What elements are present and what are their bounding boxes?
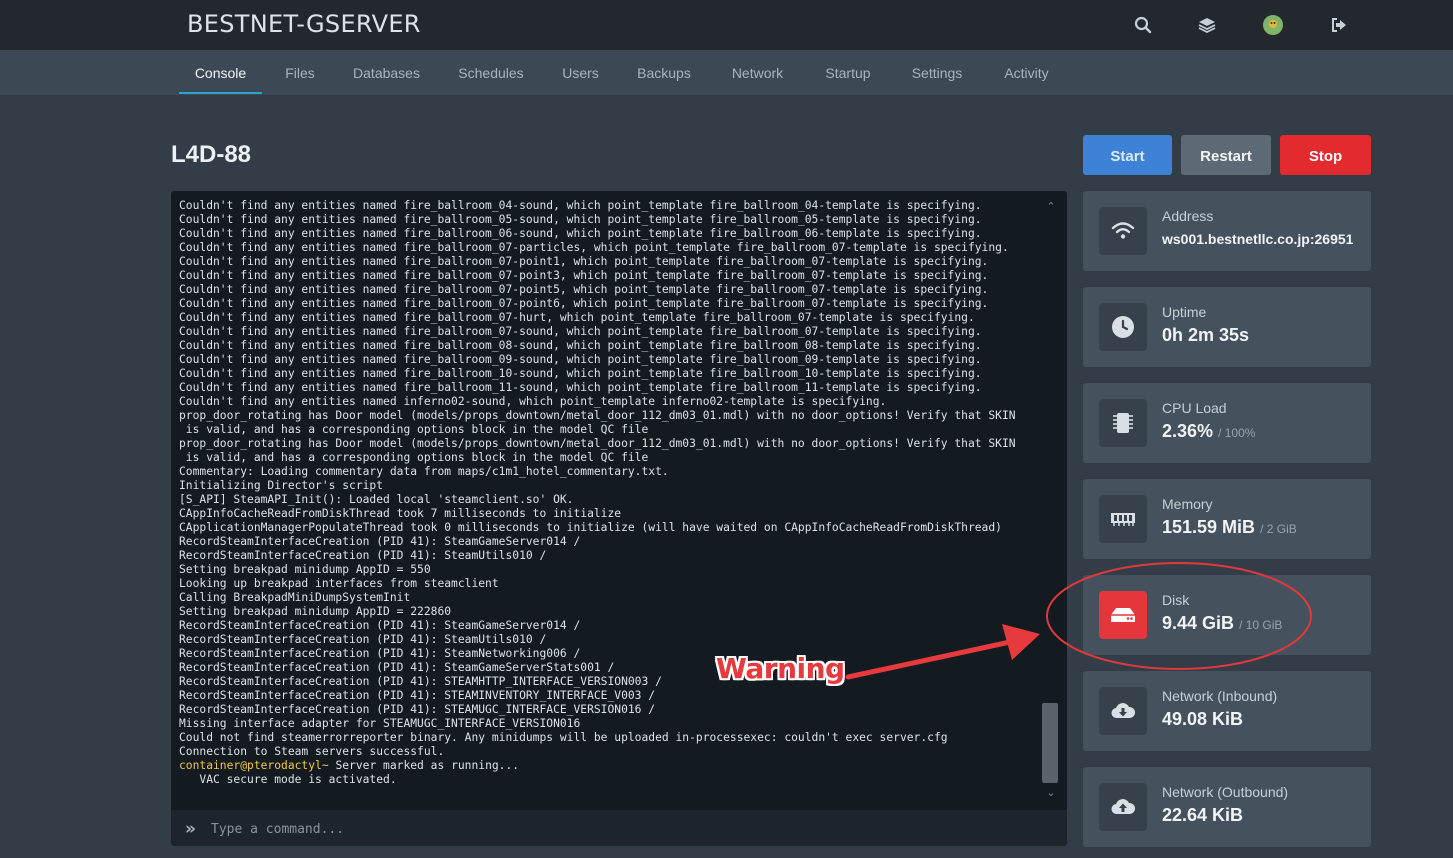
arrow-shaft (845, 639, 1013, 680)
arrow-head (1002, 624, 1040, 660)
warning-label: Warning (716, 652, 845, 685)
warning-annotation (845, 562, 1312, 680)
highlight-ellipse (1046, 562, 1312, 670)
